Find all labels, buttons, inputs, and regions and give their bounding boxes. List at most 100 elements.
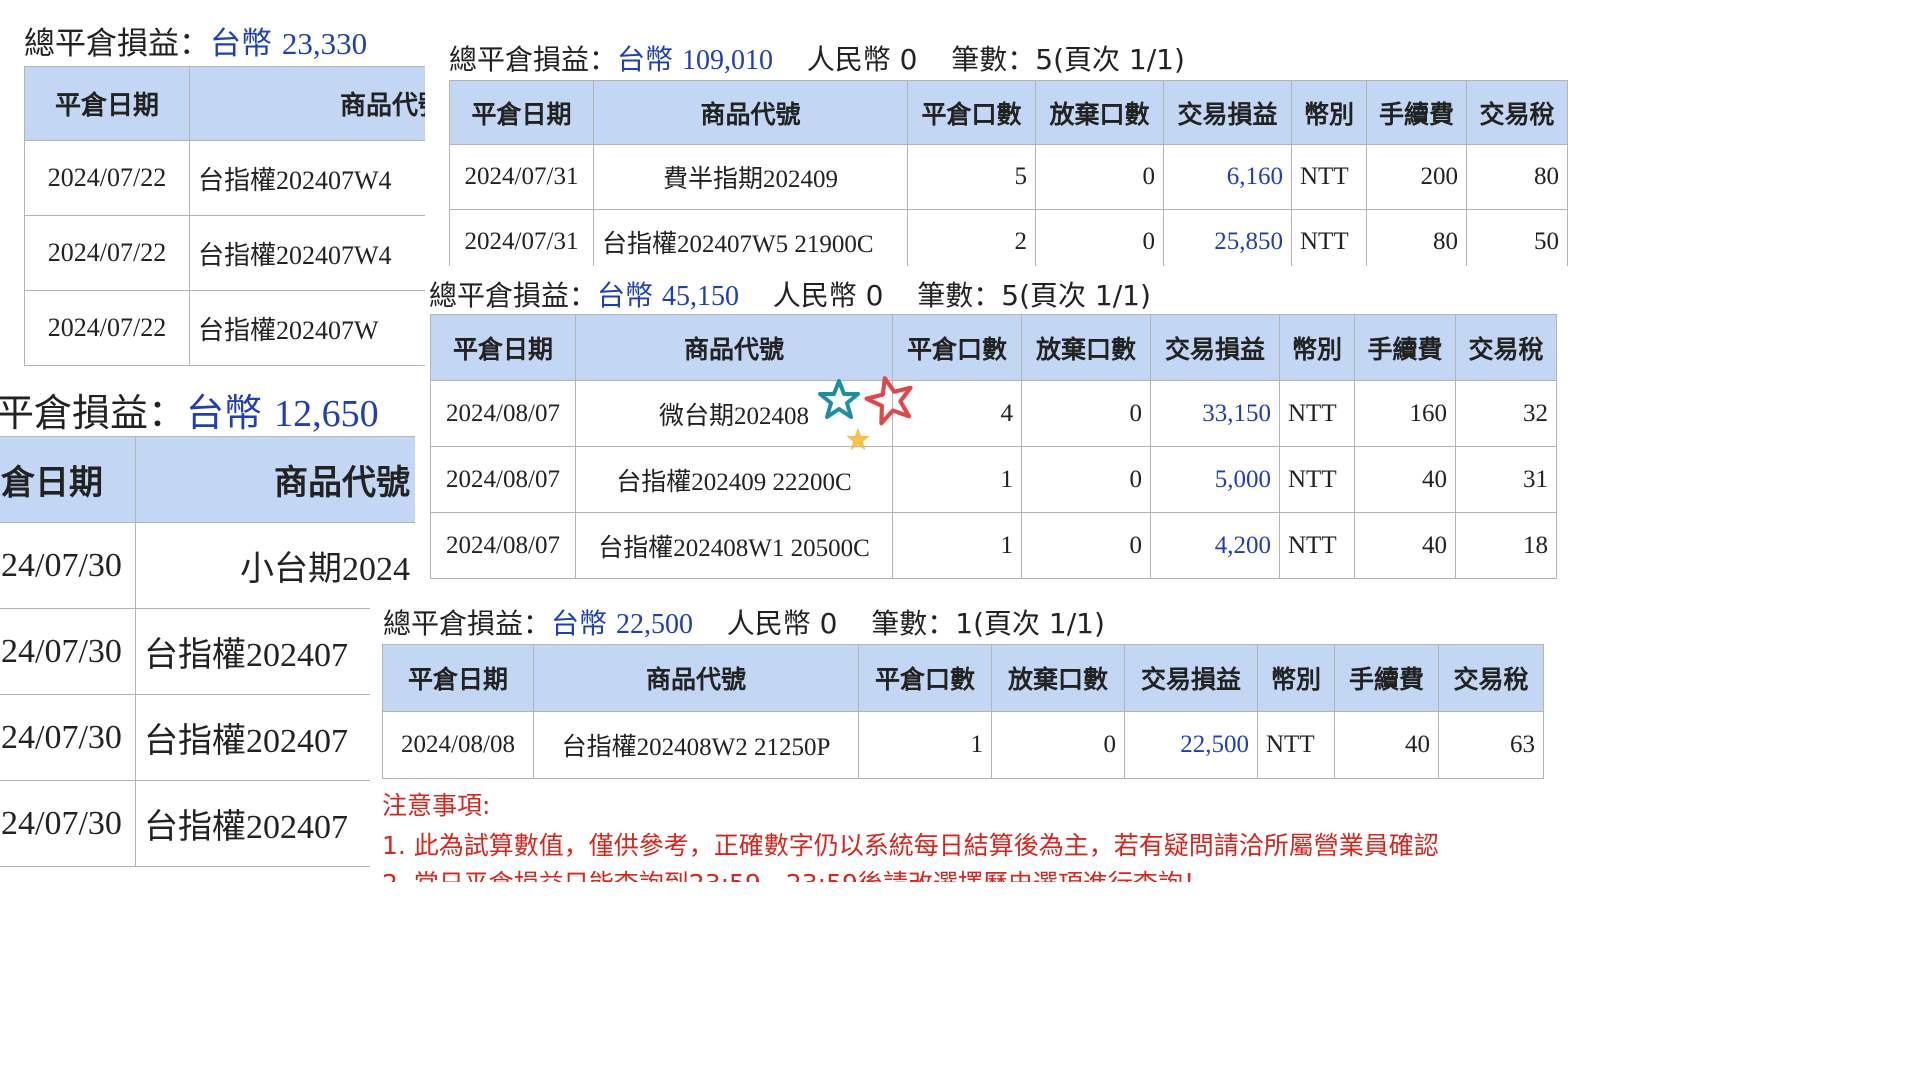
pnl-panel-d: 總平倉損益：台幣 45,150 人民幣 0 筆數：5(頁次 1/1) 平倉日期 … <box>428 266 1568 596</box>
table-row: 2024/08/07 微台期202408 4 0 33,150 NTT 160 … <box>430 380 1557 447</box>
cell-product: 台指權202409 22200C <box>575 446 893 513</box>
header-fee: 手續費 <box>1334 644 1439 712</box>
cell-fee: 200 <box>1366 144 1467 210</box>
table-header-row: 平倉日期 商品代號 平倉口數 放棄口數 交易損益 幣別 手續費 交易稅 <box>449 80 1568 145</box>
cell-currency: NTT <box>1279 380 1355 447</box>
summary-label: 平倉損益： <box>0 391 187 435</box>
header-trade-pnl: 交易損益 <box>1150 314 1280 381</box>
header-close-date: 倉日期 <box>0 436 136 523</box>
header-fee: 手續費 <box>1366 80 1467 145</box>
cell-date: 2024/07/22 <box>24 215 190 291</box>
header-close-date: 平倉日期 <box>449 80 594 145</box>
cell-fee: 80 <box>1366 209 1467 266</box>
header-product-code: 商品代號 <box>533 644 859 712</box>
cell-close-qty: 1 <box>858 711 992 779</box>
table-row: 2024/07/22 台指權202407W <box>24 290 425 366</box>
pnl-panel-b: 總平倉損益：台幣 109,010 人民幣 0 筆數：5(頁次 1/1) 平倉日期… <box>425 20 1568 266</box>
cell-abandon-qty: 0 <box>1021 512 1151 579</box>
cell-tax: 18 <box>1455 512 1557 579</box>
header-abandon-qty: 放棄口數 <box>1021 314 1151 381</box>
cell-currency: NTT <box>1279 446 1355 513</box>
cell-fee: 160 <box>1354 380 1456 447</box>
header-close-date: 平倉日期 <box>430 314 576 381</box>
header-product-code: 商品代號 <box>593 80 908 145</box>
cell-trade-pnl: 6,160 <box>1163 144 1292 210</box>
cell-currency: NTT <box>1279 512 1355 579</box>
cell-tax: 32 <box>1455 380 1557 447</box>
cell-currency: NTT <box>1291 144 1367 210</box>
table-row: 24/07/30 台指權202407 <box>0 608 415 695</box>
cell-product: 台指權202407W4 <box>189 140 425 216</box>
rmb-amount: 人民幣 0 <box>806 43 918 76</box>
header-product-code: 商品代號 <box>575 314 893 381</box>
header-close-qty: 平倉口數 <box>858 644 992 712</box>
table-row: 24/07/30 台指權202407 <box>0 694 415 781</box>
pnl-panel-c: 平倉損益：台幣 12,650 倉日期 商品代號 24/07/30 小台期2024… <box>0 370 415 882</box>
twd-label: 台幣 <box>617 43 674 76</box>
cell-date: 2024/08/08 <box>382 711 534 779</box>
cell-date: 2024/07/22 <box>24 140 190 216</box>
cell-date: 24/07/30 <box>0 522 136 609</box>
pnl-panel-e: 總平倉損益：台幣 22,500 人民幣 0 筆數：1(頁次 1/1) 平倉日期 … <box>370 596 1568 882</box>
cell-trade-pnl: 33,150 <box>1150 380 1280 447</box>
cell-product: 費半指期202409 <box>593 144 908 210</box>
rmb-amount: 人民幣 0 <box>772 279 884 312</box>
twd-label: 台幣 <box>551 607 608 640</box>
header-product-code: 商品代號 <box>189 66 425 141</box>
summary-label: 總平倉損益： <box>429 279 598 312</box>
twd-label: 台幣 <box>597 279 654 312</box>
cell-tax: 31 <box>1455 446 1557 513</box>
table-header-row: 平倉日期 商品代號 <box>24 66 425 141</box>
pnl-table: 倉日期 商品代號 24/07/30 小台期2024 24/07/30 台指權20… <box>0 436 415 867</box>
table-row: 2024/07/22 台指權202407W4 <box>24 215 425 291</box>
header-close-date: 平倉日期 <box>382 644 534 712</box>
table-header-row: 倉日期 商品代號 <box>0 436 415 523</box>
twd-amount: 22,500 <box>615 609 693 640</box>
table-row: 2024/08/07 台指權202409 22200C 1 0 5,000 NT… <box>430 446 1557 513</box>
header-tax: 交易稅 <box>1466 80 1568 145</box>
cell-date: 2024/07/22 <box>24 290 190 366</box>
header-abandon-qty: 放棄口數 <box>1035 80 1164 145</box>
cell-date: 2024/07/31 <box>449 209 594 266</box>
cell-date: 24/07/30 <box>0 608 136 695</box>
notice-line-2: 2. 當日平倉損益只能查詢到23:59，23:59後請改選擇歷史選項進行查詢！ <box>382 864 1208 882</box>
table-row: 2024/07/31 台指權202407W5 21900C 2 0 25,850… <box>449 209 1568 266</box>
header-currency: 幣別 <box>1291 80 1367 145</box>
cell-close-qty: 2 <box>907 209 1036 266</box>
summary-line: 總平倉損益：台幣 22,500 人民幣 0 筆數：1(頁次 1/1) <box>383 602 1105 642</box>
cell-date: 2024/08/07 <box>430 512 576 579</box>
twd-amount: 109,010 <box>681 45 773 76</box>
cell-date: 2024/08/07 <box>430 446 576 513</box>
summary-line: 總平倉損益：台幣 45,150 人民幣 0 筆數：5(頁次 1/1) <box>429 274 1151 314</box>
twd-amount: 45,150 <box>661 281 739 312</box>
cell-close-qty: 1 <box>892 512 1022 579</box>
cell-abandon-qty: 0 <box>991 711 1125 779</box>
twd-amount: 23,330 <box>281 26 368 61</box>
cell-trade-pnl: 22,500 <box>1124 711 1258 779</box>
header-close-date: 平倉日期 <box>24 66 190 141</box>
record-count: 筆數：5(頁次 1/1) <box>951 43 1185 76</box>
cell-abandon-qty: 0 <box>1035 209 1164 266</box>
teal-star-icon <box>818 379 860 419</box>
header-abandon-qty: 放棄口數 <box>991 644 1125 712</box>
cell-date: 2024/07/31 <box>449 144 594 210</box>
rmb-amount: 人民幣 0 <box>726 607 838 640</box>
notice-line-1: 1. 此為試算數值，僅供參考，正確數字仍以系統每日結算後為主，若有疑問請洽所屬營… <box>382 831 1439 860</box>
cell-close-qty: 5 <box>907 144 1036 210</box>
cell-currency: NTT <box>1291 209 1367 266</box>
table-row: 2024/07/22 台指權202407W4 <box>24 140 425 216</box>
header-fee: 手續費 <box>1354 314 1456 381</box>
table-row: 2024/08/08 台指權202408W2 21250P 1 0 22,500… <box>382 711 1544 779</box>
cell-date: 24/07/30 <box>0 694 136 781</box>
header-currency: 幣別 <box>1279 314 1355 381</box>
table-header-row: 平倉日期 商品代號 平倉口數 放棄口數 交易損益 幣別 手續費 交易稅 <box>382 644 1544 712</box>
cell-trade-pnl: 4,200 <box>1150 512 1280 579</box>
cell-fee: 40 <box>1354 446 1456 513</box>
cell-trade-pnl: 5,000 <box>1150 446 1280 513</box>
pnl-table: 平倉日期 商品代號 平倉口數 放棄口數 交易損益 幣別 手續費 交易稅 2024… <box>382 644 1544 779</box>
twd-amount: 12,650 <box>274 393 379 435</box>
yellow-star-icon <box>846 427 870 451</box>
cell-product: 台指權202407W5 21900C <box>593 209 908 266</box>
header-trade-pnl: 交易損益 <box>1163 80 1292 145</box>
notice-title: 注意事項: <box>382 791 491 820</box>
